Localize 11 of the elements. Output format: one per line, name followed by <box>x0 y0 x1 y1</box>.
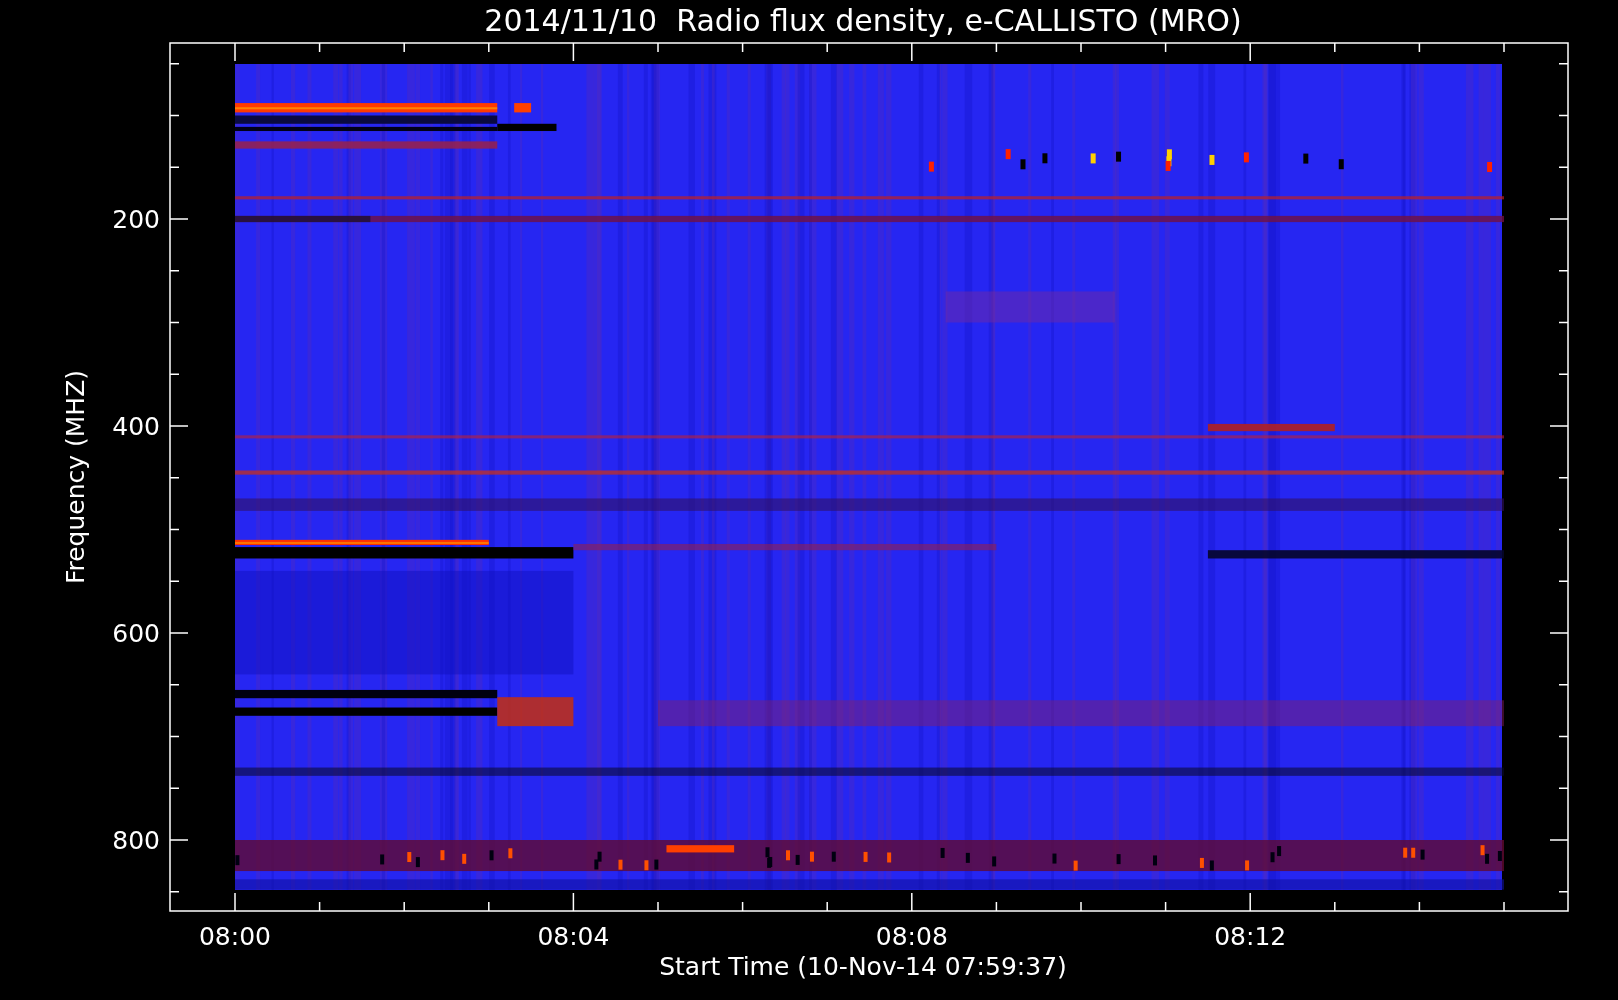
y-tick-label: 800 <box>112 826 160 855</box>
y-axis-label: Frequency (MHZ) <box>61 369 90 585</box>
y-tick-label: 600 <box>112 619 160 648</box>
y-tick-label: 400 <box>112 412 160 441</box>
x-tick-label: 08:08 <box>875 922 948 951</box>
chart-title: 2014/11/10 Radio flux density, e-CALLISTO (MRO) <box>484 3 1242 38</box>
x-tick-label: 08:00 <box>199 922 271 951</box>
x-tick-label: 08:04 <box>537 922 610 951</box>
x-tick-label: 08:12 <box>1214 922 1287 951</box>
y-tick-label: 200 <box>112 205 160 234</box>
x-axis-label: Start Time (10-Nov-14 07:59:37) <box>659 952 1067 981</box>
